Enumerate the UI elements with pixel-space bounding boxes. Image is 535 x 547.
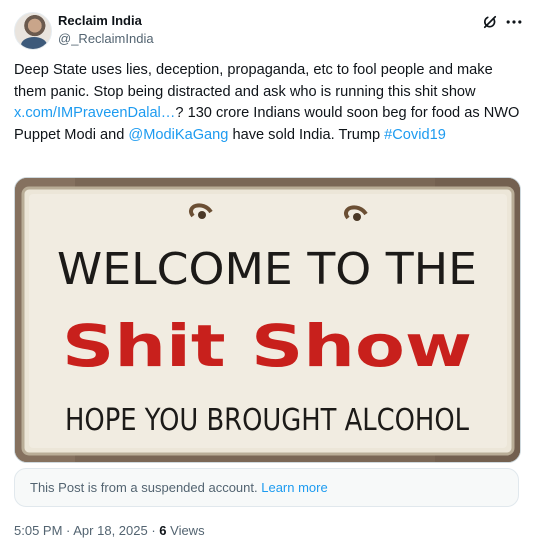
meta-separator: · <box>147 523 160 538</box>
suspended-notice: This Post is from a suspended account. L… <box>14 468 519 507</box>
sign-image: WELCOME TO THE Shit Show HOPE YOU BROUGH… <box>15 178 520 462</box>
sign-line-1: WELCOME TO THE <box>57 244 477 295</box>
avatar-shoulders <box>21 37 47 49</box>
notice-message: This Post is from a suspended account. <box>30 480 262 495</box>
avatar[interactable] <box>14 12 52 50</box>
mention-link[interactable]: @ModiKaGang <box>128 127 228 143</box>
grok-icon[interactable] <box>481 13 499 31</box>
meta-separator: · <box>62 523 74 538</box>
more-icon[interactable] <box>504 12 524 32</box>
handle[interactable]: @_ReclaimIndia <box>58 31 154 46</box>
views-label: Views <box>166 523 205 538</box>
learn-more-link[interactable]: Learn more <box>261 480 327 495</box>
sign-line-2: Shit Show <box>62 312 472 380</box>
tweet-text-part-3: have sold India. Trump <box>228 126 385 143</box>
tweet-meta: 5:05 PM · Apr 18, 2025 · 6 Views <box>14 523 205 538</box>
sign-line-3: HOPE YOU BROUGHT ALCOHOL <box>65 403 469 438</box>
hashtag-link[interactable]: #Covid19 <box>384 127 446 143</box>
views-count: 6 <box>159 523 167 538</box>
tweet-link[interactable]: x.com/IMPraveenDalal… <box>14 105 175 121</box>
tweet-date[interactable]: Apr 18, 2025 <box>73 523 147 538</box>
notice-text: This Post is from a suspended account. L… <box>30 480 328 495</box>
tweet-text-part-1: Deep State uses lies, deception, propaga… <box>14 62 493 100</box>
tweet-time[interactable]: 5:05 PM <box>14 523 62 538</box>
tweet-image[interactable]: WELCOME TO THE Shit Show HOPE YOU BROUGH… <box>14 177 521 463</box>
tweet-header: Reclaim India @_ReclaimIndia <box>14 10 524 50</box>
tweet-text: Deep State uses lies, deception, propaga… <box>14 60 521 146</box>
display-name[interactable]: Reclaim India <box>58 13 142 28</box>
